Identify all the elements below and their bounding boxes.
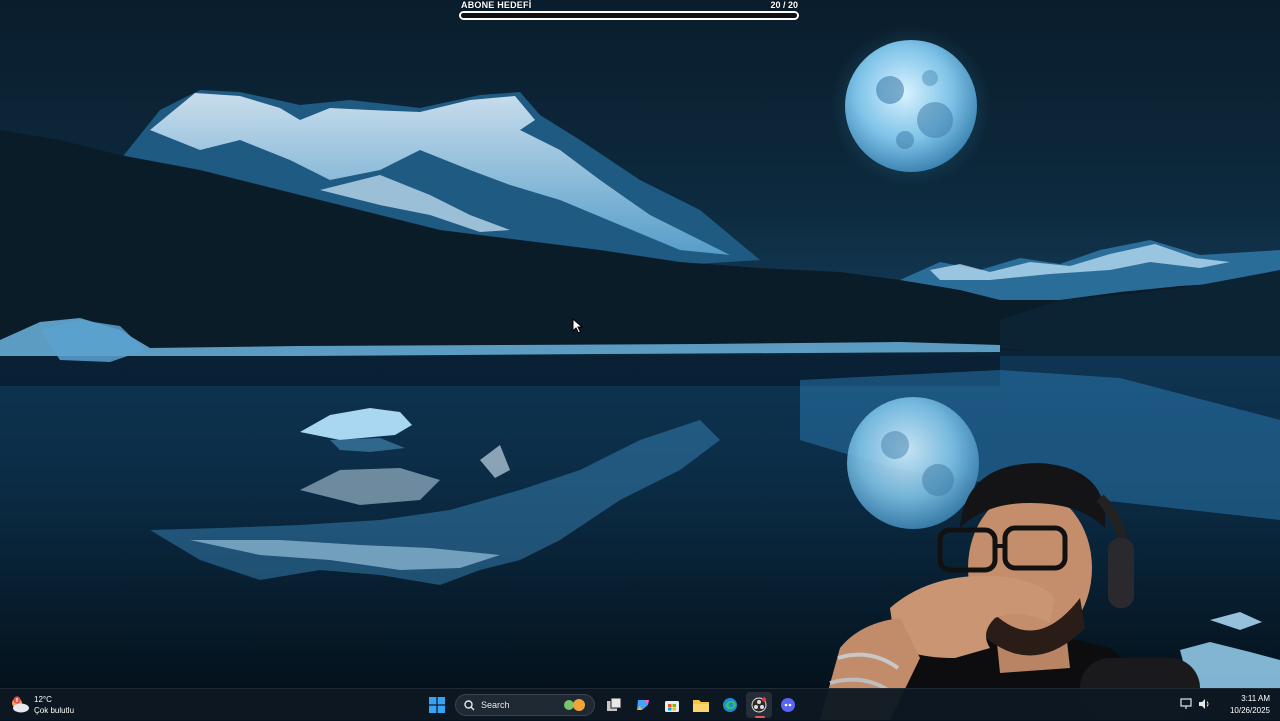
edge-button[interactable] — [717, 692, 743, 718]
taskbar-apps: Search — [422, 691, 802, 719]
partly-cloudy-icon: 8 — [10, 695, 30, 715]
weather-widget[interactable]: 8 12°C Çok bulutlu — [10, 692, 74, 718]
store-icon — [664, 701, 679, 712]
edge-icon — [722, 698, 737, 712]
file-explorer-button[interactable] — [688, 692, 714, 718]
task-view-button[interactable] — [601, 692, 627, 718]
moon — [845, 40, 977, 172]
webcam-overlay — [820, 463, 1200, 720]
folder-icon — [692, 699, 709, 712]
obs-button[interactable] — [745, 692, 772, 718]
search-icon — [464, 699, 475, 710]
weather-badge: 8 — [16, 698, 19, 704]
subscriber-goal-overlay: ABONE HEDEFİ 20 / 20 — [458, 0, 802, 24]
display-icon[interactable] — [1180, 698, 1192, 710]
discord-button[interactable] — [775, 692, 801, 718]
obs-icon — [751, 697, 766, 713]
taskbar: 8 12°C Çok bulutlu Search 3:11 AM 10/26/… — [0, 688, 1280, 720]
goal-progress-bar — [459, 11, 799, 20]
search-highlight-icon — [564, 699, 585, 711]
goal-title: ABONE HEDEFİ — [461, 0, 532, 10]
task-view-icon — [606, 698, 621, 711]
running-indicator — [754, 716, 765, 718]
copilot-icon — [636, 700, 649, 710]
store-button[interactable] — [659, 692, 685, 718]
windows-logo-icon — [428, 697, 445, 713]
goal-count: 20 / 20 — [770, 0, 798, 10]
clock[interactable]: 3:11 AM 10/26/2025 — [1230, 693, 1270, 717]
search-placeholder: Search — [481, 700, 510, 710]
start-button[interactable] — [424, 692, 450, 718]
goal-progress-fill — [461, 13, 797, 18]
mouse-cursor-icon — [572, 318, 584, 334]
clock-time: 3:11 AM — [1241, 694, 1270, 703]
clock-date: 10/26/2025 — [1229, 706, 1270, 715]
search-box[interactable]: Search — [455, 694, 595, 716]
weather-condition: Çok bulutlu — [34, 706, 75, 715]
weather-temperature: 12°C — [34, 695, 52, 704]
copilot-button[interactable] — [630, 692, 656, 718]
volume-icon[interactable] — [1198, 698, 1210, 710]
discord-icon — [780, 698, 795, 712]
